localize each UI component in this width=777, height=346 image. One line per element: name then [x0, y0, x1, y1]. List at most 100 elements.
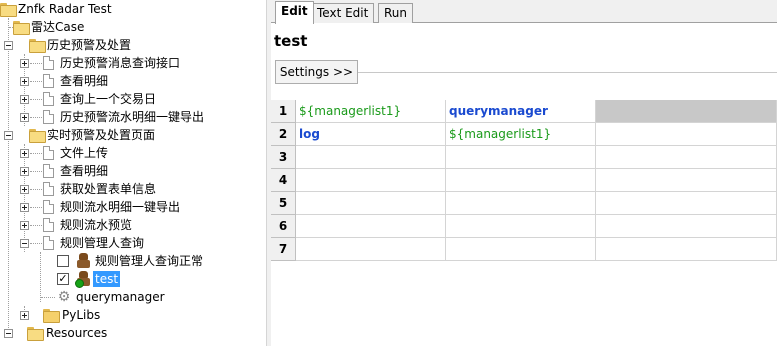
tree-item-label: 实时预警及处置页面	[47, 128, 156, 142]
tree-item-group2-2[interactable]: 获取处置表单信息	[0, 180, 266, 198]
row-number[interactable]: 7	[271, 238, 296, 261]
tree-item-label: 查询上一个交易日	[60, 92, 157, 106]
grid-cell[interactable]: ${managerlist1}	[296, 100, 446, 123]
folder-open-icon	[27, 327, 44, 341]
tree-item-group2-4[interactable]: 规则流水预览	[0, 216, 266, 234]
tree-item-label: 查看明细	[60, 164, 109, 178]
tree-root[interactable]: Znfk Radar Test	[0, 0, 266, 18]
folder-open-icon	[0, 3, 17, 17]
collapse-icon[interactable]	[4, 131, 13, 140]
tree-item-label-selected: test	[93, 271, 121, 287]
tree-item-pylibs[interactable]: PyLibs	[0, 306, 266, 324]
grid-cell[interactable]	[596, 192, 777, 215]
tree-item-label: 规则流水明细一键导出	[60, 200, 181, 214]
collapse-icon[interactable]	[20, 239, 29, 248]
tree-item-resources[interactable]: Resources	[0, 324, 266, 342]
grid-cell[interactable]	[596, 146, 777, 169]
tree-item-label: 历史预警及处置	[47, 38, 132, 52]
expand-icon[interactable]	[20, 113, 29, 122]
editor-tabs: Edit Text Edit Run	[271, 0, 777, 24]
tree-item-group1-1[interactable]: 查看明细	[0, 72, 266, 90]
tree-item-group2-5[interactable]: 规则管理人查询	[0, 234, 266, 252]
test-checkbox[interactable]: ✓	[57, 273, 69, 285]
grid-cell[interactable]: querymanager	[446, 100, 596, 123]
row-number[interactable]: 1	[271, 100, 296, 123]
folder-icon	[43, 309, 60, 323]
tree-test-0[interactable]: 规则管理人查询正常	[0, 252, 266, 270]
document-icon	[43, 92, 54, 106]
expand-icon[interactable]	[20, 149, 29, 158]
expand-icon[interactable]	[20, 59, 29, 68]
tree-item-suite[interactable]: 雷达Case	[0, 18, 266, 36]
step-grid[interactable]: 1 ${managerlist1} querymanager 2 log ${m…	[271, 100, 777, 261]
test-suite-tree[interactable]: Znfk Radar Test 雷达Case 历史预警及处置 历史预警消息查询接…	[0, 0, 266, 346]
tree-item-label: Resources	[46, 326, 108, 340]
robot-icon	[76, 253, 91, 269]
tree-item-label: 查看明细	[60, 74, 109, 88]
folder-open-icon	[29, 39, 46, 53]
tree-item-group2-0[interactable]: 文件上传	[0, 144, 266, 162]
settings-button[interactable]: Settings >>	[275, 60, 358, 84]
grid-cell[interactable]: log	[296, 123, 446, 146]
tree-item-label: 雷达Case	[31, 20, 85, 34]
expand-icon[interactable]	[20, 167, 29, 176]
grid-cell[interactable]	[296, 146, 446, 169]
row-number[interactable]: 4	[271, 169, 296, 192]
collapse-icon[interactable]	[4, 329, 13, 338]
grid-cell[interactable]	[596, 123, 777, 146]
tree-item-group1-0[interactable]: 历史预警消息查询接口	[0, 54, 266, 72]
grid-cell[interactable]	[596, 215, 777, 238]
document-icon	[43, 110, 54, 124]
tab-text-edit[interactable]: Text Edit	[311, 3, 375, 23]
expand-icon[interactable]	[20, 185, 29, 194]
tree-item-label: querymanager	[76, 290, 165, 304]
grid-cell[interactable]	[446, 169, 596, 192]
tree-test-1[interactable]: ✓ test	[0, 270, 266, 288]
document-icon	[43, 218, 54, 232]
expand-icon[interactable]	[20, 77, 29, 86]
grid-cell[interactable]	[446, 146, 596, 169]
tree-item-group2[interactable]: 实时预警及处置页面	[0, 126, 266, 144]
grid-cell[interactable]	[596, 238, 777, 261]
grid-cell[interactable]: ${managerlist1}	[446, 123, 596, 146]
expand-icon[interactable]	[20, 203, 29, 212]
grid-cell[interactable]	[296, 238, 446, 261]
grid-cell[interactable]	[296, 192, 446, 215]
tree-item-group1-3[interactable]: 历史预警流水明细一键导出	[0, 108, 266, 126]
tree-item-label: 文件上传	[60, 146, 109, 160]
grid-cell[interactable]	[446, 215, 596, 238]
tree-keyword[interactable]: ⚙ querymanager	[0, 288, 266, 306]
expand-icon[interactable]	[20, 95, 29, 104]
expand-icon[interactable]	[20, 221, 29, 230]
tree-item-group2-3[interactable]: 规则流水明细一键导出	[0, 198, 266, 216]
grid-cell[interactable]	[446, 192, 596, 215]
document-icon	[43, 56, 54, 70]
robot-pass-icon	[75, 271, 91, 288]
row-number[interactable]: 2	[271, 123, 296, 146]
row-number[interactable]: 3	[271, 146, 296, 169]
tree-item-group1[interactable]: 历史预警及处置	[0, 36, 266, 54]
editor-panel: Edit Text Edit Run test Settings >> 1 ${…	[271, 0, 777, 346]
collapse-icon[interactable]	[4, 41, 13, 50]
test-checkbox[interactable]	[57, 255, 69, 267]
grid-cell[interactable]	[596, 169, 777, 192]
grid-cell[interactable]	[296, 169, 446, 192]
document-icon	[43, 146, 54, 160]
page-title: test	[274, 32, 308, 50]
expand-icon[interactable]	[20, 311, 29, 320]
grid-cell[interactable]	[296, 215, 446, 238]
tree-root-label: Znfk Radar Test	[18, 2, 112, 16]
tree-item-group1-2[interactable]: 查询上一个交易日	[0, 90, 266, 108]
tab-edit[interactable]: Edit	[275, 1, 314, 24]
tree-item-group2-1[interactable]: 查看明细	[0, 162, 266, 180]
row-number[interactable]: 5	[271, 192, 296, 215]
folder-open-icon	[13, 21, 30, 35]
tab-run[interactable]: Run	[378, 3, 414, 23]
tree-item-label: PyLibs	[62, 308, 101, 322]
row-number[interactable]: 6	[271, 215, 296, 238]
tree-item-label: 历史预警消息查询接口	[60, 56, 181, 70]
document-icon	[43, 74, 54, 88]
grid-cell[interactable]	[446, 238, 596, 261]
tree-item-label: 规则管理人查询	[60, 236, 145, 250]
edit-content: test Settings >> 1 ${managerlist1} query…	[271, 23, 777, 346]
